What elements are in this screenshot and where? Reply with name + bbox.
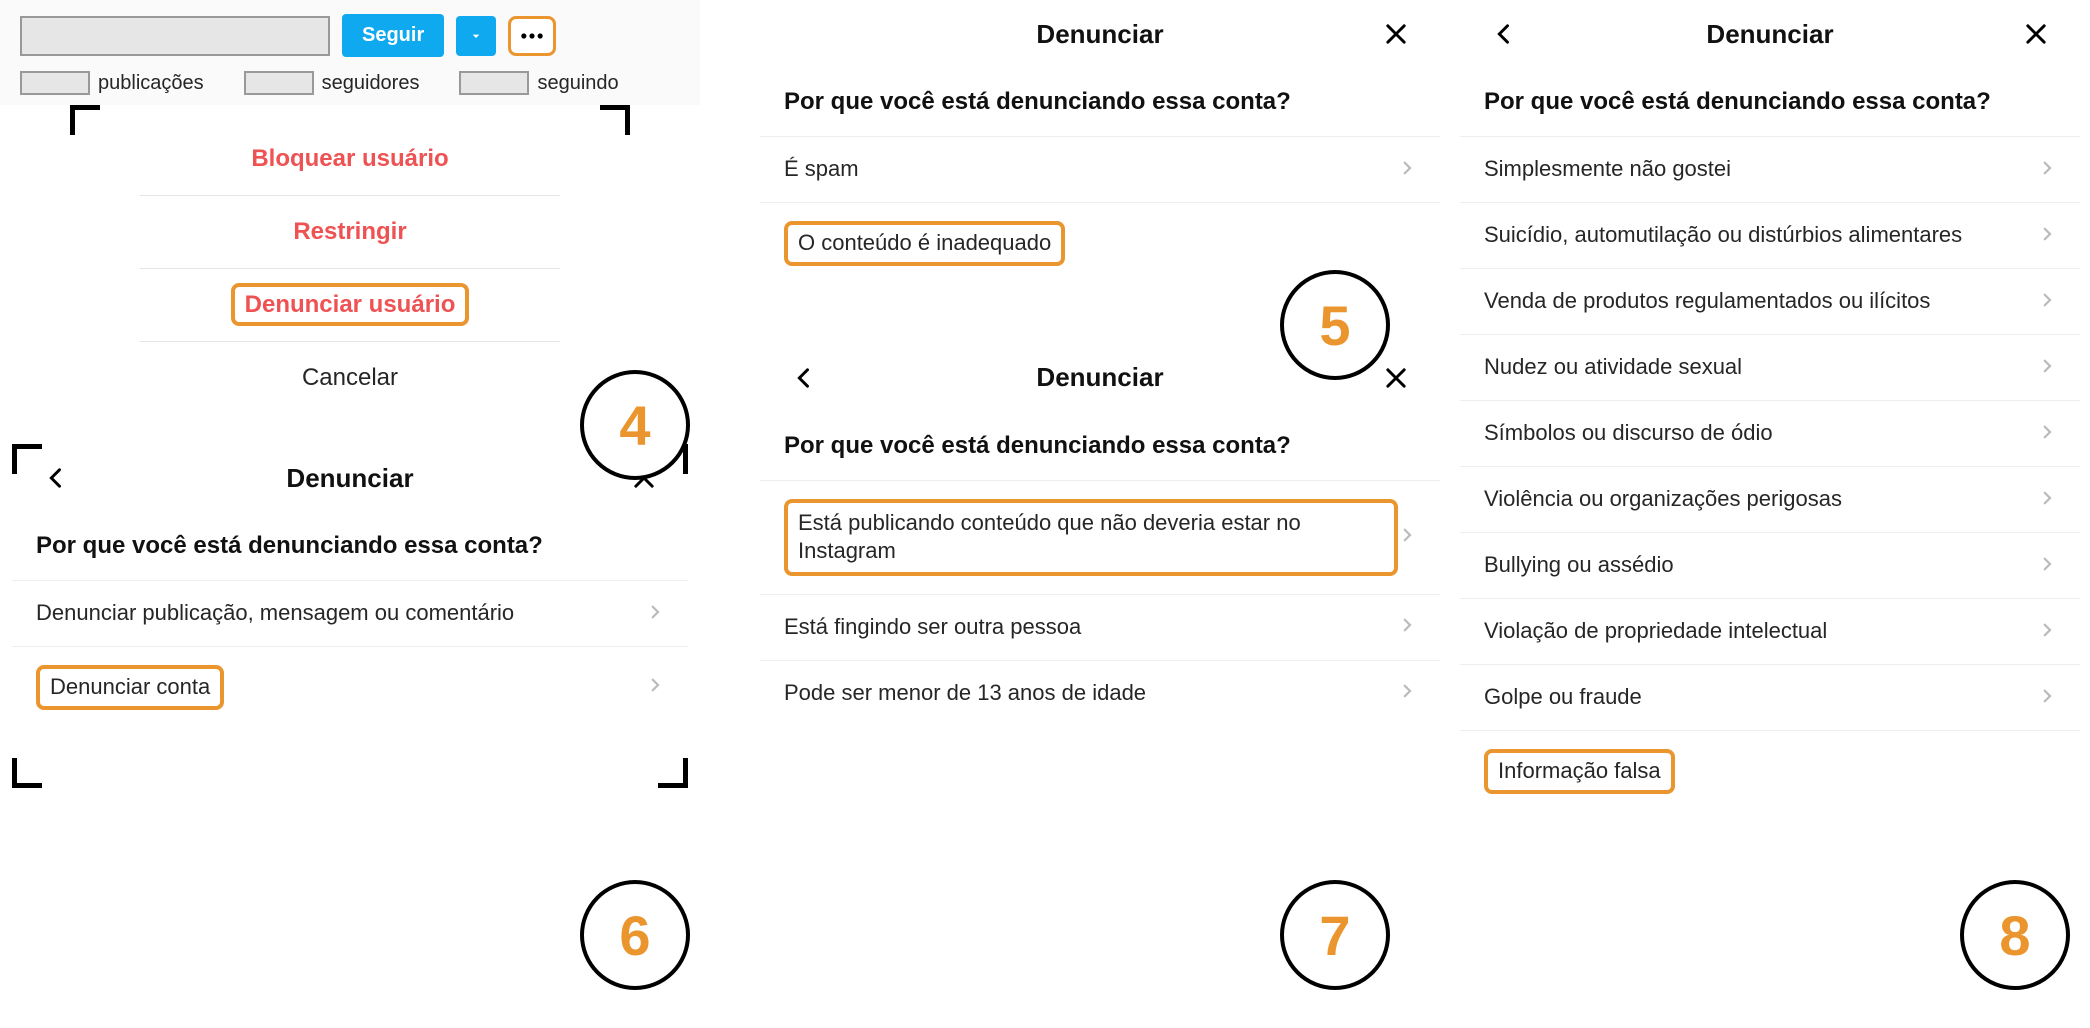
- report-option-violence[interactable]: Violência ou organizações perigosas: [1460, 466, 2080, 532]
- report-panel-step5: Denunciar Por que você está denunciando …: [760, 0, 1440, 284]
- report-option-selfharm[interactable]: Suicídio, automutilação ou distúrbios al…: [1460, 202, 2080, 268]
- cancel-option[interactable]: Cancelar: [140, 341, 560, 414]
- report-option-hate[interactable]: Símbolos ou discurso de ódio: [1460, 400, 2080, 466]
- profile-header: Seguir publicações seguidores seguindo: [0, 0, 700, 105]
- report-option-impersonation[interactable]: Está fingindo ser outra pessoa: [760, 594, 1440, 660]
- chevron-right-icon: [2038, 553, 2056, 579]
- chevron-right-icon: [646, 674, 664, 700]
- report-user-option[interactable]: Denunciar usuário: [140, 268, 560, 341]
- dots-horizontal-icon: [518, 22, 546, 50]
- report-question: Por que você está denunciando essa conta…: [12, 512, 688, 580]
- chevron-left-icon: [1490, 20, 1518, 48]
- report-option-dislike[interactable]: Simplesmente não gostei: [1460, 136, 2080, 202]
- back-button[interactable]: [784, 358, 824, 398]
- close-button[interactable]: [1376, 358, 1416, 398]
- report-title: Denunciar: [1706, 19, 1833, 50]
- report-option-account[interactable]: Denunciar conta: [12, 646, 688, 728]
- report-option-bullying[interactable]: Bullying ou assédio: [1460, 532, 2080, 598]
- report-title: Denunciar: [1036, 19, 1163, 50]
- close-icon: [1382, 364, 1410, 392]
- report-option-under-13[interactable]: Pode ser menor de 13 anos de idade: [760, 660, 1440, 726]
- close-button[interactable]: [2016, 14, 2056, 54]
- posts-stat: publicações: [20, 71, 204, 95]
- chevron-left-icon: [42, 464, 70, 492]
- follow-dropdown-button[interactable]: [456, 16, 496, 56]
- report-title: Denunciar: [286, 463, 413, 494]
- step-badge-7: 7: [1280, 880, 1390, 990]
- chevron-right-icon: [1398, 524, 1416, 550]
- close-icon: [1382, 20, 1410, 48]
- report-option-regulated-goods[interactable]: Venda de produtos regulamentados ou ilíc…: [1460, 268, 2080, 334]
- report-option-spam[interactable]: É spam: [760, 136, 1440, 202]
- followers-stat: seguidores: [244, 71, 420, 95]
- report-option-post[interactable]: Denunciar publicação, mensagem ou coment…: [12, 580, 688, 646]
- report-panel-step6: Denunciar Por que você está denunciando …: [12, 444, 688, 728]
- chevron-right-icon: [2038, 157, 2056, 183]
- follow-button[interactable]: Seguir: [342, 14, 444, 57]
- restrict-option[interactable]: Restringir: [140, 195, 560, 268]
- chevron-right-icon: [2038, 685, 2056, 711]
- report-option-nudity[interactable]: Nudez ou atividade sexual: [1460, 334, 2080, 400]
- report-question: Por que você está denunciando essa conta…: [1460, 68, 2080, 136]
- report-option-shouldnt-be-on-ig[interactable]: Está publicando conteúdo que não deveria…: [760, 480, 1440, 594]
- chevron-right-icon: [2038, 223, 2056, 249]
- report-option-false-info[interactable]: Informação falsa: [1460, 730, 2080, 812]
- report-question: Por que você está denunciando essa conta…: [760, 412, 1440, 480]
- more-options-button[interactable]: [508, 16, 556, 56]
- close-button[interactable]: [1376, 14, 1416, 54]
- caret-down-icon: [468, 28, 484, 44]
- back-button[interactable]: [1484, 14, 1524, 54]
- username-placeholder: [20, 16, 330, 56]
- step-badge-5: 5: [1280, 270, 1390, 380]
- chevron-right-icon: [1398, 680, 1416, 706]
- chevron-right-icon: [2038, 487, 2056, 513]
- report-panel-step8: Denunciar Por que você está denunciando …: [1460, 0, 2080, 812]
- chevron-right-icon: [2038, 421, 2056, 447]
- chevron-right-icon: [1398, 157, 1416, 183]
- report-option-ip-violation[interactable]: Violação de propriedade intelectual: [1460, 598, 2080, 664]
- action-sheet: Bloquear usuário Restringir Denunciar us…: [140, 123, 560, 414]
- close-icon: [2022, 20, 2050, 48]
- report-panel-step7: Denunciar Por que você está denunciando …: [760, 344, 1440, 726]
- following-stat: seguindo: [459, 71, 618, 95]
- step-badge-6: 6: [580, 880, 690, 990]
- chevron-left-icon: [790, 364, 818, 392]
- step-badge-8: 8: [1960, 880, 2070, 990]
- report-question: Por que você está denunciando essa conta…: [760, 68, 1440, 136]
- chevron-right-icon: [2038, 619, 2056, 645]
- report-option-scam[interactable]: Golpe ou fraude: [1460, 664, 2080, 730]
- chevron-right-icon: [2038, 289, 2056, 315]
- report-title: Denunciar: [1036, 362, 1163, 393]
- back-button[interactable]: [36, 458, 76, 498]
- chevron-right-icon: [1398, 614, 1416, 640]
- chevron-right-icon: [2038, 355, 2056, 381]
- chevron-right-icon: [646, 601, 664, 627]
- block-user-option[interactable]: Bloquear usuário: [140, 123, 560, 195]
- step-badge-4: 4: [580, 370, 690, 480]
